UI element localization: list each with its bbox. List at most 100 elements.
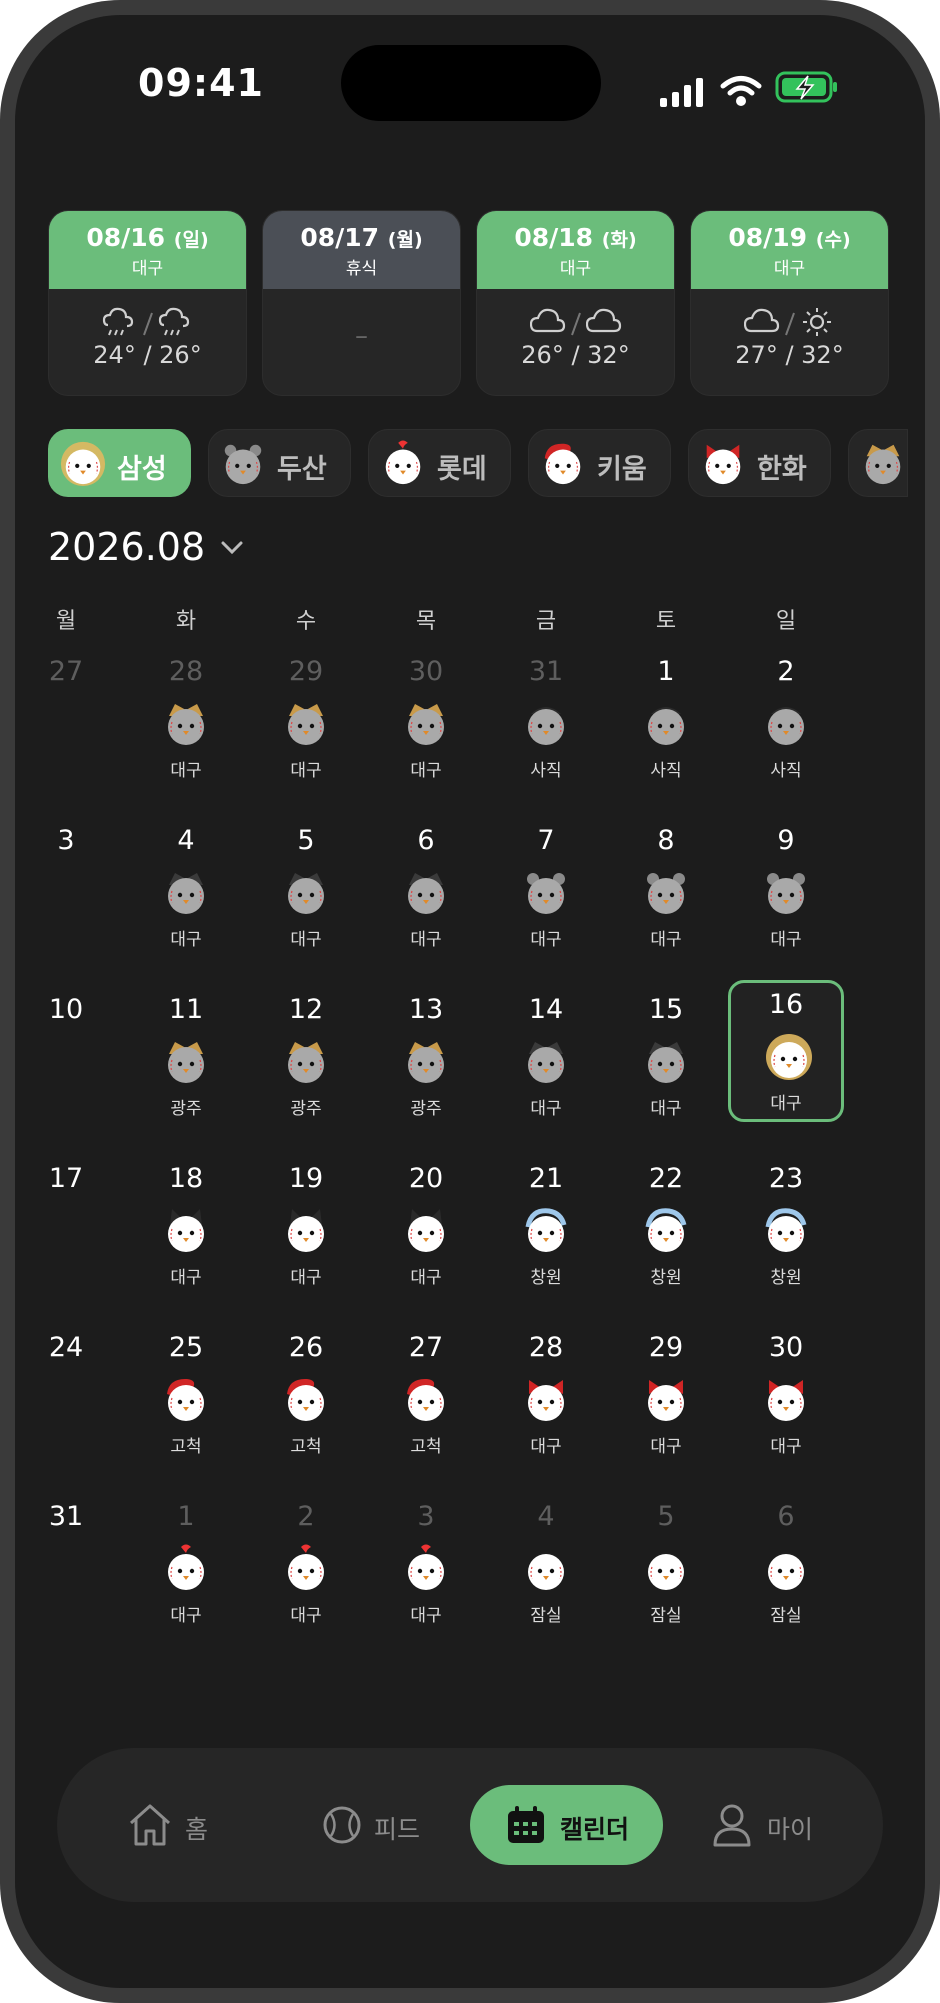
- weather-card-body: 26° / 32°: [477, 289, 674, 395]
- team-chip[interactable]: 삼성: [48, 429, 191, 497]
- game-venue: 대구: [410, 761, 442, 781]
- weekday-label: 일: [775, 609, 797, 634]
- calendar-day[interactable]: 31 사직: [488, 650, 604, 800]
- team-mascot-icon: [219, 439, 267, 487]
- team-chip-label: 삼성: [117, 454, 167, 485]
- game-venue: 잠실: [530, 1606, 562, 1626]
- day-number: 3: [417, 1501, 435, 1532]
- team-chip[interactable]: 한화: [688, 429, 831, 497]
- calendar-day[interactable]: 8 대구: [608, 819, 724, 969]
- team-chip-label: 키움: [597, 454, 647, 485]
- calendar-day[interactable]: 28 대구: [488, 1326, 604, 1476]
- calendar-day[interactable]: 22 창원: [608, 1157, 724, 1307]
- calendar-day[interactable]: 4 대구: [128, 819, 244, 969]
- day-number: 6: [417, 825, 435, 856]
- calendar-day[interactable]: 5 잠실: [608, 1495, 724, 1645]
- calendar-day[interactable]: 2 사직: [728, 650, 844, 800]
- calendar-day[interactable]: 27: [15, 650, 124, 800]
- calendar-day[interactable]: 24: [15, 1326, 124, 1476]
- opponent-mascot-icon: [521, 1036, 571, 1086]
- calendar-day[interactable]: 6 잠실: [728, 1495, 844, 1645]
- day-number: 12: [288, 994, 324, 1025]
- game-venue: 대구: [290, 761, 322, 781]
- day-number: 28: [168, 656, 204, 687]
- calendar-day[interactable]: 31: [15, 1495, 124, 1645]
- weather-place: 대구: [131, 259, 164, 279]
- game-venue: 대구: [650, 1099, 682, 1119]
- calendar-day[interactable]: 9 대구: [728, 819, 844, 969]
- nav-home-label: 홈: [185, 1815, 209, 1844]
- team-chip[interactable]: 키움: [528, 429, 671, 497]
- calendar-day[interactable]: 17: [15, 1157, 124, 1307]
- calendar-day[interactable]: 13 광주: [368, 988, 484, 1138]
- team-chip[interactable]: 롯데: [368, 429, 511, 497]
- calendar-day[interactable]: 20 대구: [368, 1157, 484, 1307]
- team-chip-partial[interactable]: [848, 429, 908, 497]
- weather-card[interactable]: 08/19 (수) 대구 27° / 32°: [690, 210, 889, 396]
- opponent-mascot-icon: [401, 1543, 451, 1593]
- calendar-day[interactable]: 25 고척: [128, 1326, 244, 1476]
- calendar-day[interactable]: 3: [15, 819, 124, 969]
- calendar-day[interactable]: 10: [15, 988, 124, 1138]
- weekday-label: 목: [415, 609, 437, 634]
- calendar-day[interactable]: 1 사직: [608, 650, 724, 800]
- opponent-mascot-icon: [641, 1374, 691, 1424]
- calendar-day[interactable]: 11 광주: [128, 988, 244, 1138]
- calendar-day[interactable]: 19 대구: [248, 1157, 364, 1307]
- calendar-day[interactable]: 27 고척: [368, 1326, 484, 1476]
- weather-temp: 27° / 32°: [735, 341, 844, 369]
- chevron-down-icon[interactable]: [220, 540, 244, 556]
- calendar-day[interactable]: 1 대구: [128, 1495, 244, 1645]
- team-chip-label: 한화: [757, 454, 807, 485]
- calendar-day[interactable]: 5 대구: [248, 819, 364, 969]
- day-number: 5: [297, 825, 315, 856]
- calendar-day[interactable]: 3 대구: [368, 1495, 484, 1645]
- calendar-day[interactable]: 12 광주: [248, 988, 364, 1138]
- day-number: 22: [648, 1163, 684, 1194]
- weather-place: 대구: [559, 259, 592, 279]
- calendar-day[interactable]: 15 대구: [608, 988, 724, 1138]
- calendar-day[interactable]: 30 대구: [368, 650, 484, 800]
- day-number: 26: [288, 1332, 324, 1363]
- calendar-day[interactable]: 30 대구: [728, 1326, 844, 1476]
- calendar-day[interactable]: 7 대구: [488, 819, 604, 969]
- calendar-day[interactable]: 29 대구: [248, 650, 364, 800]
- calendar-day-today[interactable]: 16 대구: [728, 980, 844, 1122]
- calendar-day[interactable]: 29 대구: [608, 1326, 724, 1476]
- opponent-mascot-icon: [641, 1543, 691, 1593]
- opponent-mascot-icon: [401, 1036, 451, 1086]
- calendar-day[interactable]: 23 창원: [728, 1157, 844, 1307]
- opponent-mascot-icon: [521, 698, 571, 748]
- calendar-day[interactable]: 28 대구: [128, 650, 244, 800]
- nav-feed[interactable]: 피드: [322, 1785, 452, 1865]
- calendar-day[interactable]: 4 잠실: [488, 1495, 604, 1645]
- day-number: 31: [48, 1501, 84, 1532]
- weather-card[interactable]: 08/17 (월) 휴식 –: [262, 210, 461, 396]
- calendar-day[interactable]: 21 창원: [488, 1157, 604, 1307]
- team-chip[interactable]: 두산: [208, 429, 351, 497]
- day-number: 17: [48, 1163, 84, 1194]
- opponent-mascot-icon: [281, 1205, 331, 1255]
- day-number: 29: [288, 656, 324, 687]
- weather-card[interactable]: 08/18 (화) 대구 26° / 32°: [476, 210, 675, 396]
- calendar-day[interactable]: 26 고척: [248, 1326, 364, 1476]
- calendar-day[interactable]: 14 대구: [488, 988, 604, 1138]
- nav-my[interactable]: 마이: [712, 1785, 832, 1865]
- game-venue: 대구: [530, 1437, 562, 1457]
- game-venue: 대구: [770, 1094, 802, 1114]
- weather-card[interactable]: 08/16 (일) 대구 24° / 26°: [48, 210, 247, 396]
- weather-temp: 26° / 32°: [521, 341, 630, 369]
- day-number: 8: [657, 825, 675, 856]
- calendar-day[interactable]: 2 대구: [248, 1495, 364, 1645]
- cloud-icon: [477, 289, 674, 341]
- month-selector[interactable]: 2026.08: [48, 525, 205, 569]
- calendar-day[interactable]: 18 대구: [128, 1157, 244, 1307]
- calendar-day[interactable]: 6 대구: [368, 819, 484, 969]
- nav-calendar-label: 캘린더: [560, 1815, 630, 1844]
- day-number: 6: [777, 1501, 795, 1532]
- nav-calendar[interactable]: 캘린더: [470, 1785, 663, 1865]
- weather-place: 대구: [773, 259, 806, 279]
- day-number: 13: [408, 994, 444, 1025]
- weather-card-body: 24° / 26°: [49, 289, 246, 395]
- nav-home[interactable]: 홈: [127, 1785, 247, 1865]
